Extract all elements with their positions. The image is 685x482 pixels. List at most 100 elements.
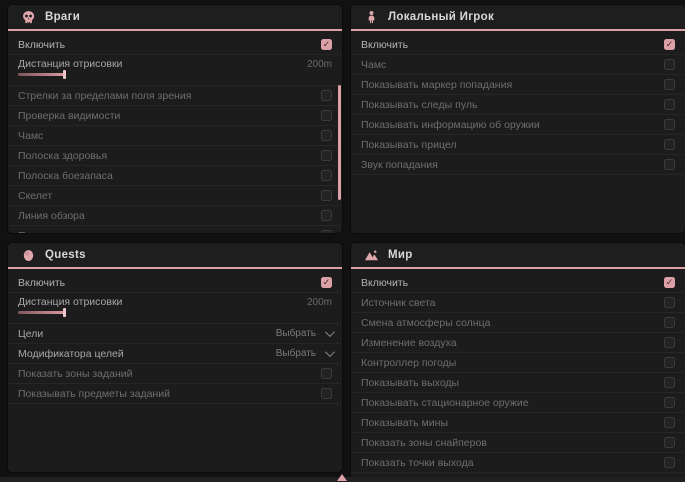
panel-enemies-header[interactable]: Враги xyxy=(8,5,342,31)
checkbox[interactable] xyxy=(664,139,675,150)
settings-list: Включить✓Дистанция отрисовки200mСтрелки … xyxy=(8,31,342,233)
checkbox[interactable] xyxy=(664,79,675,90)
setting-row: Показывать информацию об оружии xyxy=(352,115,684,135)
panel-title: Враги xyxy=(45,11,80,23)
setting-label: Проверка видимости xyxy=(18,110,120,122)
checkbox[interactable] xyxy=(664,437,675,448)
slider-value: 200m xyxy=(307,59,332,70)
panel-local-player-header[interactable]: Локальный Игрок xyxy=(351,5,685,31)
chevron-down-icon xyxy=(325,347,335,357)
checkbox[interactable] xyxy=(664,99,675,110)
setting-label: Контроллер погоды xyxy=(361,357,456,369)
checkbox[interactable] xyxy=(321,190,332,201)
checkbox[interactable] xyxy=(321,368,332,379)
setting-row: Показать зоны снайперов xyxy=(352,433,684,453)
setting-row: Звук попадания xyxy=(352,155,684,175)
checkbox[interactable] xyxy=(321,110,332,121)
checkbox[interactable] xyxy=(664,357,675,368)
setting-label: Включить xyxy=(361,39,408,51)
checkbox[interactable] xyxy=(664,119,675,130)
panel-quests-header[interactable]: Quests xyxy=(8,243,342,269)
checkbox[interactable] xyxy=(321,170,332,181)
dropdown[interactable]: Выбрать xyxy=(276,328,332,339)
panel-title: Мир xyxy=(388,249,413,261)
slider-handle[interactable] xyxy=(63,70,66,79)
setting-row: Показывать следы пуль xyxy=(9,226,341,233)
chevron-down-icon xyxy=(325,327,335,337)
checkbox-checked[interactable]: ✓ xyxy=(664,277,675,288)
checkbox-checked[interactable]: ✓ xyxy=(321,277,332,288)
panel-title: Quests xyxy=(45,249,86,261)
slider[interactable] xyxy=(18,311,64,314)
setting-row: Дистанция отрисовки200m xyxy=(9,293,341,324)
setting-row: Чамс xyxy=(352,55,684,75)
panel-enemies: Враги Включить✓Дистанция отрисовки200mСт… xyxy=(8,5,342,233)
checkbox[interactable] xyxy=(664,317,675,328)
setting-label: Полоска боезапаса xyxy=(18,170,113,182)
slider-value: 200m xyxy=(307,297,332,308)
setting-label: Включить xyxy=(361,277,408,289)
checkbox-checked[interactable]: ✓ xyxy=(664,39,675,50)
checkbox[interactable] xyxy=(664,297,675,308)
setting-row: Изменение воздуха xyxy=(352,333,684,353)
checkbox[interactable] xyxy=(664,159,675,170)
setting-label: Показывать стационарное оружие xyxy=(361,397,529,409)
setting-label: Показывать следы пуль xyxy=(361,99,477,111)
setting-row: Показывать прицел xyxy=(352,135,684,155)
setting-row: Контроллер погоды xyxy=(352,353,684,373)
slider-handle[interactable] xyxy=(63,308,66,317)
setting-label: Цели xyxy=(18,328,43,340)
checkbox[interactable] xyxy=(664,59,675,70)
checkbox[interactable] xyxy=(321,90,332,101)
panel-world-header[interactable]: Мир xyxy=(351,243,685,269)
checkbox[interactable] xyxy=(664,397,675,408)
setting-label: Показать зоны снайперов xyxy=(361,437,487,449)
setting-label: Изменение воздуха xyxy=(361,337,457,349)
setting-label: Скелет xyxy=(18,190,52,202)
setting-row: Цели Выбрать xyxy=(9,324,341,344)
setting-label: Показывать следы пуль xyxy=(18,230,134,234)
dropdown-value: Выбрать xyxy=(276,328,316,339)
setting-row: Показать точки выхода xyxy=(352,453,684,473)
checkbox[interactable] xyxy=(664,337,675,348)
checkbox[interactable] xyxy=(664,377,675,388)
setting-label: Звук попадания xyxy=(361,159,438,171)
dropdown-value: Выбрать xyxy=(276,348,316,359)
scrollbar[interactable] xyxy=(338,85,341,200)
panel-quests: Quests Включить✓Дистанция отрисовки200mЦ… xyxy=(8,243,342,472)
setting-label: Смена атмосферы солнца xyxy=(361,317,490,329)
setting-row: Полоска здоровья xyxy=(9,146,341,166)
setting-label: Показывать выходы xyxy=(361,377,459,389)
checkbox[interactable] xyxy=(664,417,675,428)
dropdown[interactable]: Выбрать xyxy=(276,348,332,359)
setting-row: Проверка видимости xyxy=(9,106,341,126)
setting-row: Модификатора целей Выбрать xyxy=(9,344,341,364)
setting-row: Показывать предметы заданий xyxy=(9,384,341,404)
setting-label: Линия обзора xyxy=(18,210,85,222)
setting-row: Дистанция отрисовки200m xyxy=(9,55,341,86)
setting-label: Показывать предметы заданий xyxy=(18,388,170,400)
setting-row: Включить ✓ xyxy=(352,273,684,293)
setting-row: Полоска боезапаса xyxy=(9,166,341,186)
setting-label: Полоска здоровья xyxy=(18,150,107,162)
setting-row: Смена атмосферы солнца xyxy=(352,313,684,333)
checkbox[interactable] xyxy=(321,230,332,233)
scroll-up-indicator[interactable] xyxy=(337,474,347,481)
setting-label: Стрелки за пределами поля зрения xyxy=(18,90,191,102)
setting-label: Показывать прицел xyxy=(361,139,456,151)
setting-label: Модификатора целей xyxy=(18,348,124,360)
settings-list: Включить✓Источник светаСмена атмосферы с… xyxy=(351,269,685,473)
setting-row: Скелет xyxy=(9,186,341,206)
setting-label: Показать зоны заданий xyxy=(18,368,133,380)
checkbox[interactable] xyxy=(321,388,332,399)
panel-local-player: Локальный Игрок Включить ✓ Чамс Показывать … xyxy=(351,5,685,233)
setting-label: Показывать информацию об оружии xyxy=(361,119,540,131)
checkbox[interactable] xyxy=(321,210,332,221)
slider[interactable] xyxy=(18,73,64,76)
setting-row: Линия обзора xyxy=(9,206,341,226)
checkbox[interactable] xyxy=(664,457,675,468)
checkbox[interactable] xyxy=(321,130,332,141)
checkbox-checked[interactable]: ✓ xyxy=(321,39,332,50)
setting-row: Чамс xyxy=(9,126,341,146)
checkbox[interactable] xyxy=(321,150,332,161)
